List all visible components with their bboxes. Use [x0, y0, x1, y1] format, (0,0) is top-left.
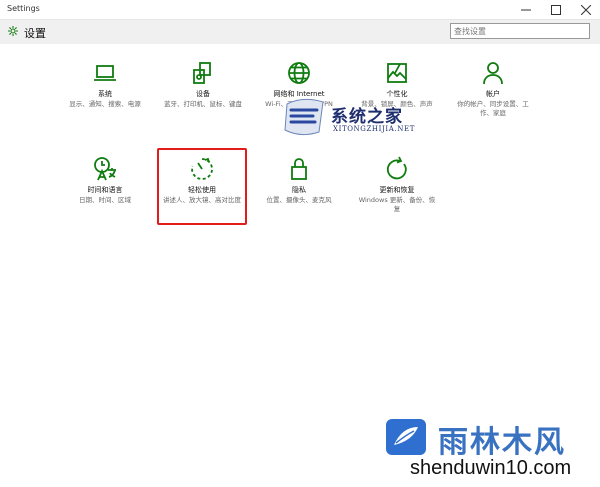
- tile-description: 你的帐户、同步设置、工作、家庭: [457, 100, 529, 117]
- watermark-leaf-icon: [386, 419, 426, 455]
- tile-accounts[interactable]: 帐户 你的帐户、同步设置、工作、家庭: [452, 60, 534, 118]
- watermark-url: shenduwin10.com: [410, 457, 572, 479]
- tile-description: Windows 更新、备份、恢复: [358, 196, 436, 213]
- tile-description: 蓝牙、打印机、鼠标、键盘: [164, 100, 242, 108]
- minimize-icon: [521, 9, 531, 11]
- globe-icon: [288, 62, 310, 84]
- tile-time-language[interactable]: 时间和语言 日期、时间、区域: [64, 156, 146, 205]
- time-language-icon: [94, 157, 116, 181]
- tile-privacy[interactable]: 隐私 位置、摄像头、麦克风: [258, 156, 340, 205]
- tile-system[interactable]: 系统 显示、通知、搜索、电源: [64, 60, 146, 109]
- watermark-xitongzhijia: 系统之家 XITONGZHIJIA.NET: [283, 98, 443, 138]
- title-bar: Settings: [0, 0, 600, 20]
- lock-icon: [291, 158, 307, 180]
- tile-label: 更新和恢复: [379, 186, 415, 194]
- person-icon: [483, 62, 503, 85]
- search-input[interactable]: [450, 23, 590, 39]
- watermark-name: 系统之家: [331, 107, 403, 127]
- tile-label: 隐私: [292, 186, 306, 194]
- tile-devices[interactable]: 设备 蓝牙、打印机、鼠标、键盘: [162, 60, 244, 109]
- tile-label: 系统: [98, 90, 112, 98]
- tile-description: 位置、摄像头、麦克风: [266, 196, 332, 204]
- maximize-icon: [551, 5, 561, 15]
- watermark-name: 雨林木风: [438, 425, 566, 460]
- tile-label: 设备: [196, 90, 210, 98]
- watermark-logo-icon: [284, 98, 324, 136]
- maximize-button[interactable]: [542, 0, 570, 20]
- selection-highlight-frame: [157, 148, 247, 225]
- tile-label: 时间和语言: [87, 186, 123, 194]
- close-button[interactable]: [572, 0, 600, 20]
- window-title: Settings: [7, 4, 40, 13]
- tile-label: 帐户: [486, 90, 500, 98]
- watermark-yulinmufeng: 雨林木风 shenduwin10.com: [382, 415, 600, 487]
- page-title: 设置: [24, 27, 46, 40]
- close-icon: [581, 5, 591, 15]
- tile-description: 显示、通知、搜索、电源: [69, 100, 141, 108]
- gear-icon: [8, 26, 18, 36]
- tile-update-recovery[interactable]: 更新和恢复 Windows 更新、备份、恢复: [356, 156, 438, 214]
- refresh-icon: [386, 156, 407, 180]
- laptop-icon: [94, 65, 116, 81]
- minimize-button[interactable]: [512, 0, 540, 20]
- tile-description: 日期、时间、区域: [79, 196, 131, 204]
- watermark-url: XITONGZHIJIA.NET: [333, 125, 415, 133]
- devices-icon: [193, 62, 211, 84]
- personalization-icon: [387, 63, 407, 83]
